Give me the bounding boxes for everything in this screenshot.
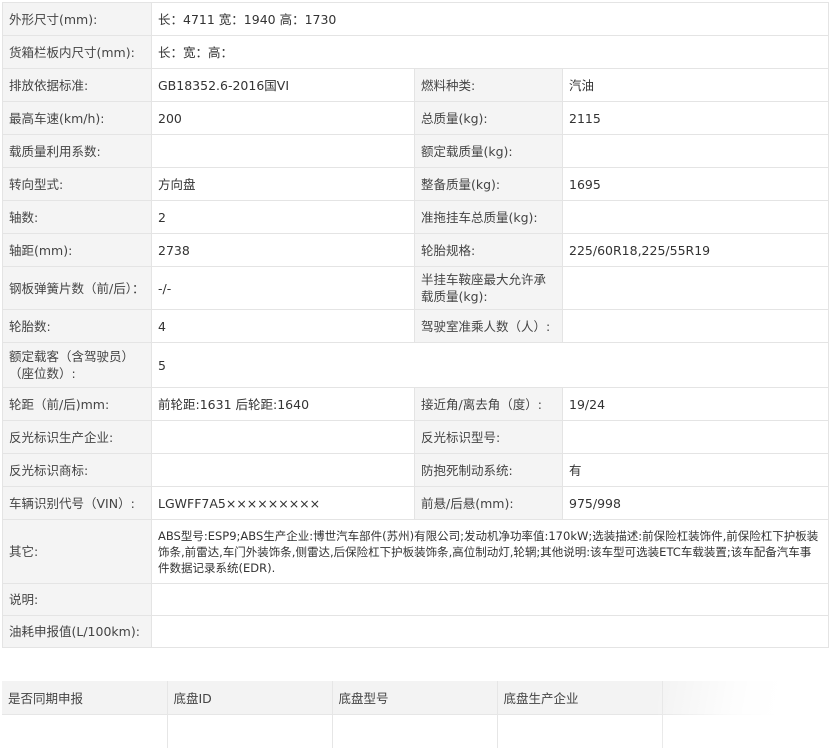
spec-row: 车辆识别代号（VIN）: LGWFF7A5××××××××× 前悬/后悬(mm)… bbox=[2, 486, 829, 520]
spec-row: 货箱栏板内尺寸(mm): 长：宽：高： bbox=[2, 35, 829, 69]
overhang-label: 前悬/后悬(mm): bbox=[414, 486, 563, 520]
passenger-capacity-value: 5 bbox=[151, 342, 829, 388]
saddle-load-label: 半挂车鞍座最大允许承载质量(kg): bbox=[414, 266, 563, 310]
wheelbase-label: 轴距(mm): bbox=[2, 233, 152, 267]
spec-row: 反光标识生产企业: 反光标识型号: bbox=[2, 420, 829, 454]
chassis-header-row: 是否同期申报 底盘ID 底盘型号 底盘生产企业 bbox=[2, 681, 828, 715]
steering-type-value: 方向盘 bbox=[151, 167, 415, 201]
fuel-type-label: 燃料种类: bbox=[414, 68, 563, 102]
chassis-cell bbox=[497, 714, 663, 748]
spec-row: 钢板弹簧片数（前/后）： -/- 半挂车鞍座最大允许承载质量(kg): bbox=[2, 266, 829, 310]
chassis-col-sync-report: 是否同期申报 bbox=[2, 681, 168, 715]
axle-count-value: 2 bbox=[151, 200, 415, 234]
passenger-capacity-label: 额定载客（含驾驶员）（座位数）: bbox=[2, 342, 152, 388]
spec-row: 轴数: 2 准拖挂车总质量(kg): bbox=[2, 200, 829, 234]
abs-label: 防抱死制动系统: bbox=[414, 453, 563, 487]
track-width-label: 轮距（前/后)mm: bbox=[2, 387, 152, 421]
chassis-col-maker: 底盘生产企业 bbox=[497, 681, 663, 715]
rated-load-label: 额定载质量(kg): bbox=[414, 134, 563, 168]
reflector-model-label: 反光标识型号: bbox=[414, 420, 563, 454]
trailer-mass-value bbox=[562, 200, 829, 234]
spec-row: 反光标识商标: 防抱死制动系统: 有 bbox=[2, 453, 829, 487]
spec-row: 排放依据标准: GB18352.6-2016国VI 燃料种类: 汽油 bbox=[2, 68, 829, 102]
chassis-col-id: 底盘ID bbox=[167, 681, 333, 715]
reflector-model-value bbox=[562, 420, 829, 454]
other-label: 其它: bbox=[2, 519, 152, 584]
fuel-consumption-label: 油耗申报值(L/100km): bbox=[2, 615, 152, 648]
chassis-col-model: 底盘型号 bbox=[332, 681, 498, 715]
spec-row: 轮胎数: 4 驾驶室准乘人数（人）: bbox=[2, 309, 829, 343]
cab-seats-label: 驾驶室准乘人数（人）: bbox=[414, 309, 563, 343]
gross-mass-label: 总质量(kg): bbox=[414, 101, 563, 135]
rated-load-value bbox=[562, 134, 829, 168]
fuel-type-value: 汽油 bbox=[562, 68, 829, 102]
axle-count-label: 轴数: bbox=[2, 200, 152, 234]
curb-mass-label: 整备质量(kg): bbox=[414, 167, 563, 201]
chassis-cell bbox=[332, 714, 498, 748]
overhang-value: 975/998 bbox=[562, 486, 829, 520]
chassis-section: 是否同期申报 底盘ID 底盘型号 底盘生产企业 bbox=[2, 681, 828, 748]
chassis-col-blank bbox=[662, 681, 828, 715]
spec-row: 额定载客（含驾驶员）（座位数）: 5 bbox=[2, 342, 829, 388]
reflector-brand-label: 反光标识商标: bbox=[2, 453, 152, 487]
chassis-cell bbox=[167, 714, 333, 748]
spec-row: 轴距(mm): 2738 轮胎规格: 225/60R18,225/55R19 bbox=[2, 233, 829, 267]
note-value bbox=[151, 583, 829, 616]
leaf-spring-value: -/- bbox=[151, 266, 415, 310]
vehicle-spec-table: 外形尺寸(mm): 长：4711 宽：1940 高：1730 货箱栏板内尺寸(m… bbox=[2, 2, 829, 648]
gross-mass-value: 2115 bbox=[562, 101, 829, 135]
reflector-brand-value bbox=[151, 453, 415, 487]
reflector-maker-value bbox=[151, 420, 415, 454]
spec-row: 油耗申报值(L/100km): bbox=[2, 615, 829, 648]
chassis-cell bbox=[662, 714, 828, 748]
vin-value: LGWFF7A5××××××××× bbox=[151, 486, 415, 520]
spec-row: 转向型式: 方向盘 整备质量(kg): 1695 bbox=[2, 167, 829, 201]
spec-row: 最高车速(km/h): 200 总质量(kg): 2115 bbox=[2, 101, 829, 135]
load-ratio-value bbox=[151, 134, 415, 168]
cab-seats-value bbox=[562, 309, 829, 343]
cargo-dimensions-value: 长：宽：高： bbox=[151, 35, 829, 69]
chassis-table: 是否同期申报 底盘ID 底盘型号 底盘生产企业 bbox=[2, 681, 828, 748]
spec-row: 载质量利用系数: 额定载质量(kg): bbox=[2, 134, 829, 168]
tire-count-value: 4 bbox=[151, 309, 415, 343]
top-speed-value: 200 bbox=[151, 101, 415, 135]
note-label: 说明: bbox=[2, 583, 152, 616]
spec-row: 轮距（前/后)mm: 前轮距:1631 后轮距:1640 接近角/离去角（度）:… bbox=[2, 387, 829, 421]
saddle-load-value bbox=[562, 266, 829, 310]
approach-angle-value: 19/24 bbox=[562, 387, 829, 421]
vin-label: 车辆识别代号（VIN）: bbox=[2, 486, 152, 520]
other-value: ABS型号:ESP9;ABS生产企业:博世汽车部件(苏州)有限公司;发动机净功率… bbox=[151, 519, 829, 584]
abs-value: 有 bbox=[562, 453, 829, 487]
curb-mass-value: 1695 bbox=[562, 167, 829, 201]
load-ratio-label: 载质量利用系数: bbox=[2, 134, 152, 168]
chassis-empty-row bbox=[2, 714, 828, 748]
spec-row: 外形尺寸(mm): 长：4711 宽：1940 高：1730 bbox=[2, 2, 829, 36]
chassis-cell bbox=[2, 714, 168, 748]
reflector-maker-label: 反光标识生产企业: bbox=[2, 420, 152, 454]
tire-count-label: 轮胎数: bbox=[2, 309, 152, 343]
emission-standard-value: GB18352.6-2016国VI bbox=[151, 68, 415, 102]
wheelbase-value: 2738 bbox=[151, 233, 415, 267]
steering-type-label: 转向型式: bbox=[2, 167, 152, 201]
dimensions-label: 外形尺寸(mm): bbox=[2, 2, 152, 36]
fuel-consumption-value bbox=[151, 615, 829, 648]
top-speed-label: 最高车速(km/h): bbox=[2, 101, 152, 135]
spec-row: 说明: bbox=[2, 583, 829, 616]
tire-spec-label: 轮胎规格: bbox=[414, 233, 563, 267]
track-width-value: 前轮距:1631 后轮距:1640 bbox=[151, 387, 415, 421]
dimensions-value: 长：4711 宽：1940 高：1730 bbox=[151, 2, 829, 36]
tire-spec-value: 225/60R18,225/55R19 bbox=[562, 233, 829, 267]
emission-standard-label: 排放依据标准: bbox=[2, 68, 152, 102]
approach-angle-label: 接近角/离去角（度）: bbox=[414, 387, 563, 421]
leaf-spring-label: 钢板弹簧片数（前/后）： bbox=[2, 266, 152, 310]
cargo-dimensions-label: 货箱栏板内尺寸(mm): bbox=[2, 35, 152, 69]
trailer-mass-label: 准拖挂车总质量(kg): bbox=[414, 200, 563, 234]
spec-row: 其它: ABS型号:ESP9;ABS生产企业:博世汽车部件(苏州)有限公司;发动… bbox=[2, 519, 829, 584]
